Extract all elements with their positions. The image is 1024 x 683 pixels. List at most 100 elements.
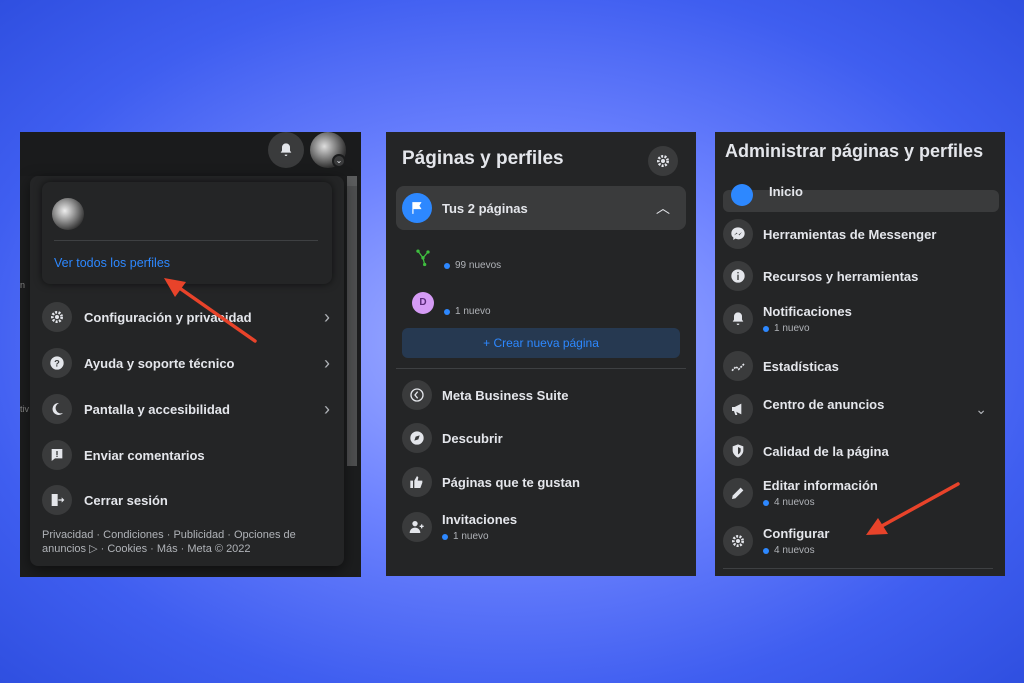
new-badge: 4 nuevos — [763, 497, 993, 508]
see-all-profiles-link[interactable]: Ver todos los perfiles — [54, 256, 170, 270]
page-item[interactable]: 99 nuevos — [412, 242, 501, 271]
bell-icon — [280, 143, 292, 156]
bell-icon — [723, 304, 753, 334]
unread-dot — [763, 499, 769, 506]
menu-item-label: Meta Business Suite — [442, 387, 569, 403]
menu-item-feedback[interactable]: Enviar comentarios — [42, 438, 332, 472]
thumbs-up-icon — [402, 467, 432, 497]
new-badge: 99 nuevos — [444, 260, 501, 271]
menu-item-label: Recursos y herramientas — [763, 268, 919, 284]
menu-item-notifications[interactable]: Notificaciones 1 nuevo — [723, 304, 993, 334]
unread-dot — [444, 262, 450, 269]
menu-item-inicio[interactable]: Inicio — [723, 184, 999, 212]
side-fragment: tiv — [20, 404, 29, 414]
menu-item-ad-center[interactable]: Centro de anuncios ⌄ — [723, 394, 993, 424]
menu-item-label: Centro de anuncios — [763, 396, 885, 412]
help-icon: ? — [42, 348, 72, 378]
menu-item-display[interactable]: Pantalla y accesibilidad › — [42, 392, 332, 426]
settings-button[interactable] — [648, 146, 678, 176]
network-logo-icon — [416, 249, 430, 266]
menu-item-insights[interactable]: Estadísticas — [723, 351, 993, 381]
compass-icon — [402, 423, 432, 453]
badge-text: 4 nuevos — [774, 497, 815, 508]
menu-item-label: Herramientas de Messenger — [763, 226, 937, 242]
menu-item-label: Calidad de la página — [763, 443, 889, 459]
chevron-down-icon[interactable]: ⌄ — [332, 154, 346, 168]
menu-item-label: Páginas que te gustan — [442, 474, 580, 490]
unread-dot — [763, 547, 769, 554]
chevron-right-icon: › — [324, 352, 330, 373]
scrollbar-thumb[interactable] — [347, 176, 357, 186]
menu-item-page-quality[interactable]: Calidad de la página — [723, 436, 993, 466]
gear-icon — [42, 302, 72, 332]
menu-item-help[interactable]: ? Ayuda y soporte técnico › — [42, 346, 332, 380]
add-person-icon — [402, 512, 432, 542]
page-avatar: D — [412, 291, 434, 314]
page-avatar — [412, 246, 434, 268]
menu-item-settings[interactable]: Configuración y privacidad › — [42, 300, 332, 334]
badge-text: 1 nuevo — [453, 531, 489, 542]
page-item[interactable]: D 1 nuevo — [412, 288, 491, 317]
messenger-icon — [723, 219, 753, 249]
menu-item-resources[interactable]: Recursos y herramientas — [723, 261, 993, 291]
new-badge: 1 nuevo — [442, 531, 517, 542]
menu-item-label: Estadísticas — [763, 358, 839, 374]
gear-icon — [657, 155, 669, 167]
your-pages-toggle[interactable]: Tus 2 páginas ︿ — [396, 186, 686, 230]
account-menu-panel: ⌄ n tiv Ver todos los perfiles Configura… — [20, 132, 361, 577]
panel-title: Administrar páginas y perfiles — [725, 141, 984, 161]
badge-text: 99 nuevos — [455, 260, 502, 271]
footer-links[interactable]: Privacidad · Condiciones · Publicidad · … — [42, 528, 332, 556]
menu-item-label: Notificaciones — [763, 304, 852, 319]
side-fragment: n — [20, 280, 26, 290]
chevron-right-icon: › — [324, 306, 330, 327]
new-badge: 1 nuevo — [444, 306, 491, 317]
profile-card: Ver todos los perfiles — [42, 182, 332, 284]
chevron-down-icon: ⌄ — [975, 400, 987, 417]
menu-item-edit-info[interactable]: Editar información 4 nuevos — [723, 478, 993, 508]
create-page-button[interactable]: + Crear nueva página — [402, 328, 680, 358]
unread-dot — [763, 325, 769, 332]
menu-item-liked-pages[interactable]: Páginas que te gustan — [402, 467, 580, 497]
menu-item-invitations[interactable]: Invitaciones 1 nuevo — [402, 512, 517, 542]
menu-item-discover[interactable]: Descubrir — [402, 423, 503, 453]
megaphone-icon — [723, 394, 753, 424]
divider — [723, 568, 993, 569]
business-suite-icon — [402, 380, 432, 410]
chevron-up-icon: ︿ — [656, 200, 670, 216]
gear-icon — [723, 526, 753, 556]
unread-dot — [444, 308, 450, 315]
chevron-right-icon: › — [324, 398, 330, 419]
account-dropdown: Ver todos los perfiles Configuración y p… — [30, 176, 344, 566]
divider — [54, 240, 318, 241]
menu-item-messenger-tools[interactable]: Herramientas de Messenger — [723, 219, 993, 249]
menu-item-label: Cerrar sesión — [84, 492, 168, 508]
feedback-icon — [42, 440, 72, 470]
manage-pages-panel: Inicio Administrar páginas y perfiles He… — [715, 132, 1005, 576]
home-icon — [731, 184, 753, 206]
menu-item-business-suite[interactable]: Meta Business Suite — [402, 380, 568, 410]
menu-item-label: Ayuda y soporte técnico — [84, 355, 235, 371]
menu-item-label: Configuración y privacidad — [84, 309, 252, 325]
menu-item-label: Descubrir — [442, 430, 503, 446]
menu-item-configure[interactable]: Configurar 4 nuevos — [723, 526, 993, 556]
menu-item-label: Editar información — [763, 478, 878, 493]
logout-icon — [42, 485, 72, 515]
unread-dot — [442, 533, 448, 540]
info-icon — [723, 261, 753, 291]
new-badge: 4 nuevos — [763, 545, 993, 556]
badge-text: 1 nuevo — [774, 323, 810, 334]
profile-avatar[interactable] — [52, 198, 84, 230]
badge-text: 1 nuevo — [455, 306, 491, 317]
menu-item-logout[interactable]: Cerrar sesión — [42, 483, 332, 517]
scrollbar[interactable] — [347, 176, 357, 466]
menu-item-label: Pantalla y accesibilidad — [84, 401, 230, 417]
pencil-icon — [723, 478, 753, 508]
badge-text: 4 nuevos — [774, 545, 815, 556]
new-badge: 1 nuevo — [763, 323, 993, 334]
notifications-button[interactable] — [268, 132, 304, 168]
pages-profiles-panel: Páginas y perfiles Tus 2 páginas ︿ 99 nu… — [386, 132, 696, 576]
your-pages-label: Tus 2 páginas — [442, 200, 528, 216]
panel-title: Páginas y perfiles — [402, 148, 564, 169]
menu-item-label: Inicio — [769, 184, 803, 199]
